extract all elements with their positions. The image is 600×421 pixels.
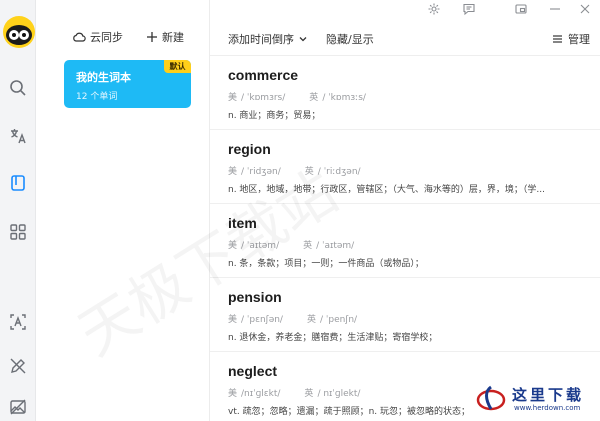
translate-icon[interactable] — [8, 126, 28, 146]
wordbook-title: 我的生词本 — [76, 71, 131, 84]
manage-button[interactable]: 管理 — [552, 31, 590, 47]
word-entry[interactable]: pension 美 / ˈpɛnʃən/英 / ˈpenʃn/ n. 退休金，养老金… — [210, 278, 600, 352]
word-definition: n. 商业；商务；贸易； — [228, 111, 321, 121]
search-icon[interactable] — [8, 78, 28, 98]
manage-label: 管理 — [568, 33, 590, 46]
cloud-sync-button[interactable]: 云同步 — [72, 29, 123, 45]
cloud-icon — [73, 32, 86, 42]
cloud-sync-label: 云同步 — [90, 31, 123, 44]
uk-label: 英 — [304, 389, 314, 399]
chevron-down-icon — [299, 37, 307, 42]
new-wordbook-button[interactable]: 新建 — [146, 29, 184, 45]
menu-icon — [553, 35, 562, 43]
word-text: pension — [228, 289, 282, 305]
site-logo: 这里下载 www.herdown.com — [476, 383, 596, 417]
sort-label: 添加时间倒序 — [228, 33, 294, 46]
minimize-icon[interactable] — [548, 2, 562, 16]
phonetics: 美/nɪˈɡlɛkt/英 / nɪˈɡlekt/ — [228, 386, 364, 399]
uk-phonetic[interactable]: / ˈriːdʒən/ — [318, 167, 361, 177]
word-text: neglect — [228, 363, 278, 379]
wordbook-count: 12 个单词 — [76, 92, 118, 102]
site-logo-mark-icon — [476, 385, 506, 411]
us-phonetic[interactable]: / ˈaɪtəm/ — [241, 241, 279, 251]
word-entry[interactable]: commerce 美 / ˈkɒmɜrs/英 / ˈkɒmɜːs/ n. 商业；商务… — [210, 56, 600, 130]
word-definition: n. 条，条款；项目；一则；一件商品（或物品）； — [228, 259, 424, 269]
us-phonetic[interactable]: / ˈpɛnʃən/ — [241, 315, 283, 325]
word-list: commerce 美 / ˈkɒmɜrs/英 / ˈkɒmɜːs/ n. 商业；商务… — [210, 56, 600, 421]
phonetics: 美 / ˈkɒmɜrs/英 / ˈkɒmɜːs/ — [228, 90, 370, 103]
image-off-icon[interactable] — [8, 397, 28, 417]
uk-phonetic[interactable]: / nɪˈɡlekt/ — [317, 389, 360, 399]
us-label: 美 — [228, 167, 238, 177]
site-logo-url: www.herdown.com — [514, 404, 581, 412]
word-text: commerce — [228, 67, 299, 83]
uk-phonetic[interactable]: / ˈpenʃn/ — [320, 315, 357, 325]
wordbook-card[interactable]: 我的生词本 12 个单词 默认 — [64, 60, 191, 108]
phonetics: 美 / ˈaɪtəm/英 / ˈaɪtəm/ — [228, 238, 358, 251]
sort-dropdown[interactable]: 添加时间倒序 — [228, 31, 308, 47]
word-definition: n. 退休金，养老金；膳宿费；生活津贴；寄宿学校； — [228, 333, 438, 343]
word-text: item — [228, 215, 257, 231]
word-entry[interactable]: region 美 / ˈridʒən/英 / ˈriːdʒən/ n. 地区，地域，… — [210, 130, 600, 204]
site-logo-text: 这里下载 — [512, 386, 585, 404]
apps-grid-icon[interactable] — [8, 222, 28, 242]
text-recognition-icon[interactable] — [8, 312, 28, 332]
us-phonetic[interactable]: / ˈridʒən/ — [241, 167, 281, 177]
phonetics: 美 / ˈpɛnʃən/英 / ˈpenʃn/ — [228, 312, 361, 325]
word-list-toolbar: 添加时间倒序 隐藏/显示 管理 — [210, 22, 600, 56]
app-logo[interactable] — [3, 16, 35, 48]
us-label: 美 — [228, 93, 238, 103]
uk-phonetic[interactable]: / ˈkɒmɜːs/ — [322, 93, 366, 103]
us-phonetic[interactable]: / ˈkɒmɜrs/ — [241, 93, 285, 103]
feedback-icon[interactable] — [462, 2, 476, 16]
wordbook-icon[interactable] — [8, 173, 28, 193]
mini-window-icon[interactable] — [514, 2, 528, 16]
word-entry[interactable]: item 美 / ˈaɪtəm/英 / ˈaɪtəm/ n. 条，条款；项目；一则；… — [210, 204, 600, 278]
us-label: 美 — [228, 389, 238, 399]
word-definition: n. 地区，地域，地带；行政区，管辖区；（大气、海水等的）层，界，境；（学... — [228, 185, 546, 195]
phonetics: 美 / ˈridʒən/英 / ˈriːdʒən/ — [228, 164, 365, 177]
wordbook-panel: 云同步 新建 我的生词本 12 个单词 默认 — [36, 0, 210, 421]
left-nav-rail — [0, 0, 36, 421]
close-icon[interactable] — [578, 2, 592, 16]
pen-icon[interactable] — [8, 356, 28, 376]
uk-label: 英 — [304, 167, 314, 177]
new-wordbook-label: 新建 — [162, 31, 184, 44]
settings-icon[interactable] — [427, 2, 441, 16]
word-text: region — [228, 141, 271, 157]
plus-icon — [147, 32, 157, 42]
uk-phonetic[interactable]: / ˈaɪtəm/ — [316, 241, 354, 251]
uk-label: 英 — [309, 93, 319, 103]
default-badge: 默认 — [164, 60, 191, 73]
toggle-definitions-button[interactable]: 隐藏/显示 — [326, 31, 374, 47]
uk-label: 英 — [303, 241, 313, 251]
uk-label: 英 — [306, 315, 316, 325]
us-phonetic[interactable]: /nɪˈɡlɛkt/ — [241, 389, 280, 399]
us-label: 美 — [228, 315, 238, 325]
us-label: 美 — [228, 241, 238, 251]
